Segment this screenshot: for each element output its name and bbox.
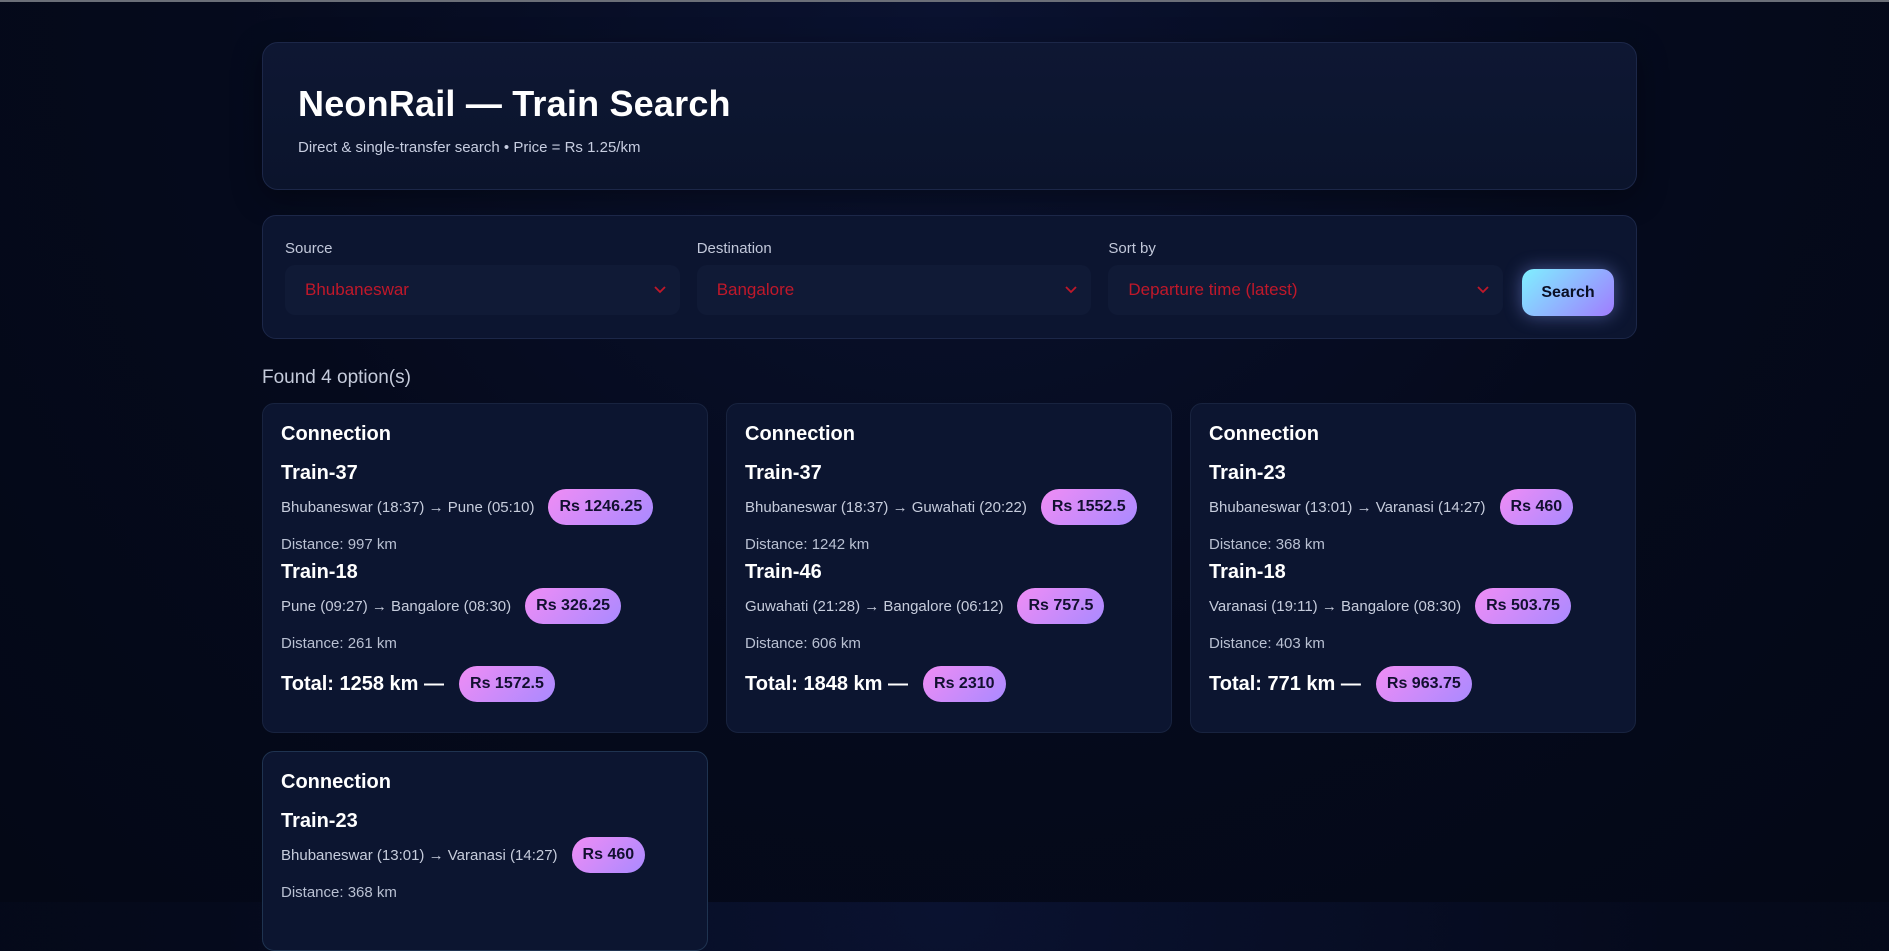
price-badge: Rs 1552.5 xyxy=(1040,489,1137,525)
leg-route: Bhubaneswar (18:37) → Guwahati (20:22) xyxy=(745,498,1027,516)
total-row: Total: 771 km — Rs 963.75 xyxy=(1209,664,1617,704)
leg-route-row: Varanasi (19:11) → Bangalore (08:30) Rs … xyxy=(1209,586,1617,626)
leg-train-name: Train-37 xyxy=(281,462,358,484)
total-distance: Total: 771 km — xyxy=(1209,672,1361,695)
header-card: NeonRail — Train Search Direct & single-… xyxy=(262,42,1637,190)
price-badge: Rs 503.75 xyxy=(1475,588,1571,624)
sort-select[interactable]: Departure time (latest) xyxy=(1108,265,1504,315)
source-field: Source Bhubaneswar xyxy=(285,240,680,315)
leg-route: Pune (09:27) → Bangalore (08:30) xyxy=(281,597,512,615)
results-summary: Found 4 option(s) xyxy=(262,367,411,388)
page-title: NeonRail — Train Search xyxy=(298,83,731,124)
total-row: Total: 1258 km — Rs 1572.5 xyxy=(281,664,689,704)
leg-distance: Distance: 261 km xyxy=(281,635,397,652)
leg-route-row: Guwahati (21:28) → Bangalore (06:12) Rs … xyxy=(745,586,1153,626)
destination-label: Destination xyxy=(696,240,772,257)
leg-route: Guwahati (21:28) → Bangalore (06:12) xyxy=(745,597,1004,615)
leg-route: Bhubaneswar (18:37) → Pune (05:10) xyxy=(281,498,535,516)
total-row: Total: 1848 km — Rs 2310 xyxy=(745,664,1153,704)
leg-route-row: Bhubaneswar (18:37) → Guwahati (20:22) R… xyxy=(745,487,1153,527)
search-form: Source Bhubaneswar Destination Bangalore… xyxy=(262,215,1637,339)
leg-train-name: Train-18 xyxy=(1209,561,1286,583)
connection-card: Connection Train-37 Bhubaneswar (18:37) … xyxy=(726,403,1172,733)
leg-train-name: Train-23 xyxy=(1209,462,1286,484)
leg-distance: Distance: 1242 km xyxy=(745,536,870,553)
price-badge: Rs 460 xyxy=(571,837,646,873)
leg-route: Varanasi (19:11) → Bangalore (08:30) xyxy=(1209,597,1462,615)
leg-distance: Distance: 997 km xyxy=(281,536,397,553)
card-title: Connection xyxy=(745,423,855,445)
window-top-border xyxy=(0,0,1889,2)
total-price-badge: Rs 963.75 xyxy=(1375,666,1472,702)
sort-label: Sort by xyxy=(1108,240,1156,257)
leg-distance: Distance: 403 km xyxy=(1209,635,1325,652)
price-badge: Rs 460 xyxy=(1499,489,1574,525)
leg-route-row: Bhubaneswar (13:01) → Varanasi (14:27) R… xyxy=(1209,487,1617,527)
leg-distance: Distance: 368 km xyxy=(1209,536,1325,553)
total-price-badge: Rs 1572.5 xyxy=(459,666,555,702)
sort-field: Sort by Departure time (latest) xyxy=(1108,240,1504,315)
page-container: NeonRail — Train Search Direct & single-… xyxy=(262,42,1637,951)
card-title: Connection xyxy=(281,771,391,793)
chevron-down-icon xyxy=(1475,282,1491,298)
leg-distance: Distance: 368 km xyxy=(281,884,397,901)
leg-route-row: Pune (09:27) → Bangalore (08:30) Rs 326.… xyxy=(281,586,689,626)
destination-select-value: Bangalore xyxy=(716,280,795,299)
total-price-badge: Rs 2310 xyxy=(923,666,1006,702)
price-badge: Rs 326.25 xyxy=(525,588,621,624)
leg-route-row: Bhubaneswar (13:01) → Varanasi (14:27) R… xyxy=(281,835,689,875)
leg-route: Bhubaneswar (13:01) → Varanasi (14:27) xyxy=(1209,498,1486,516)
card-title: Connection xyxy=(1209,423,1319,445)
leg-train-name: Train-37 xyxy=(745,462,822,484)
leg-route: Bhubaneswar (13:01) → Varanasi (14:27) xyxy=(281,846,558,864)
leg-distance: Distance: 606 km xyxy=(745,635,861,652)
source-select[interactable]: Bhubaneswar xyxy=(285,265,680,315)
search-button[interactable]: Search xyxy=(1522,269,1614,316)
total-distance: Total: 1848 km — xyxy=(745,672,909,695)
leg-route-row: Bhubaneswar (18:37) → Pune (05:10) Rs 12… xyxy=(281,487,689,527)
total-distance: Total: 1258 km — xyxy=(281,672,445,695)
price-badge: Rs 757.5 xyxy=(1017,588,1105,624)
source-select-value: Bhubaneswar xyxy=(305,280,409,299)
destination-select[interactable]: Bangalore xyxy=(696,265,1092,315)
sort-select-value: Departure time (latest) xyxy=(1128,280,1298,299)
results-grid: Connection Train-37 Bhubaneswar (18:37) … xyxy=(262,403,1637,951)
source-label: Source xyxy=(285,240,333,257)
leg-train-name: Train-46 xyxy=(745,561,822,583)
page-subtitle: Direct & single-transfer search • Price … xyxy=(298,139,641,156)
chevron-down-icon xyxy=(652,282,668,298)
connection-card: Connection Train-37 Bhubaneswar (18:37) … xyxy=(262,403,708,733)
card-title: Connection xyxy=(281,423,391,445)
connection-card: Connection Train-23 Bhubaneswar (13:01) … xyxy=(262,751,708,951)
chevron-down-icon xyxy=(1063,282,1079,298)
connection-card: Connection Train-23 Bhubaneswar (13:01) … xyxy=(1190,403,1636,733)
price-badge: Rs 1246.25 xyxy=(548,489,654,525)
destination-field: Destination Bangalore xyxy=(696,240,1092,315)
leg-train-name: Train-18 xyxy=(281,561,358,583)
leg-train-name: Train-23 xyxy=(281,810,358,832)
